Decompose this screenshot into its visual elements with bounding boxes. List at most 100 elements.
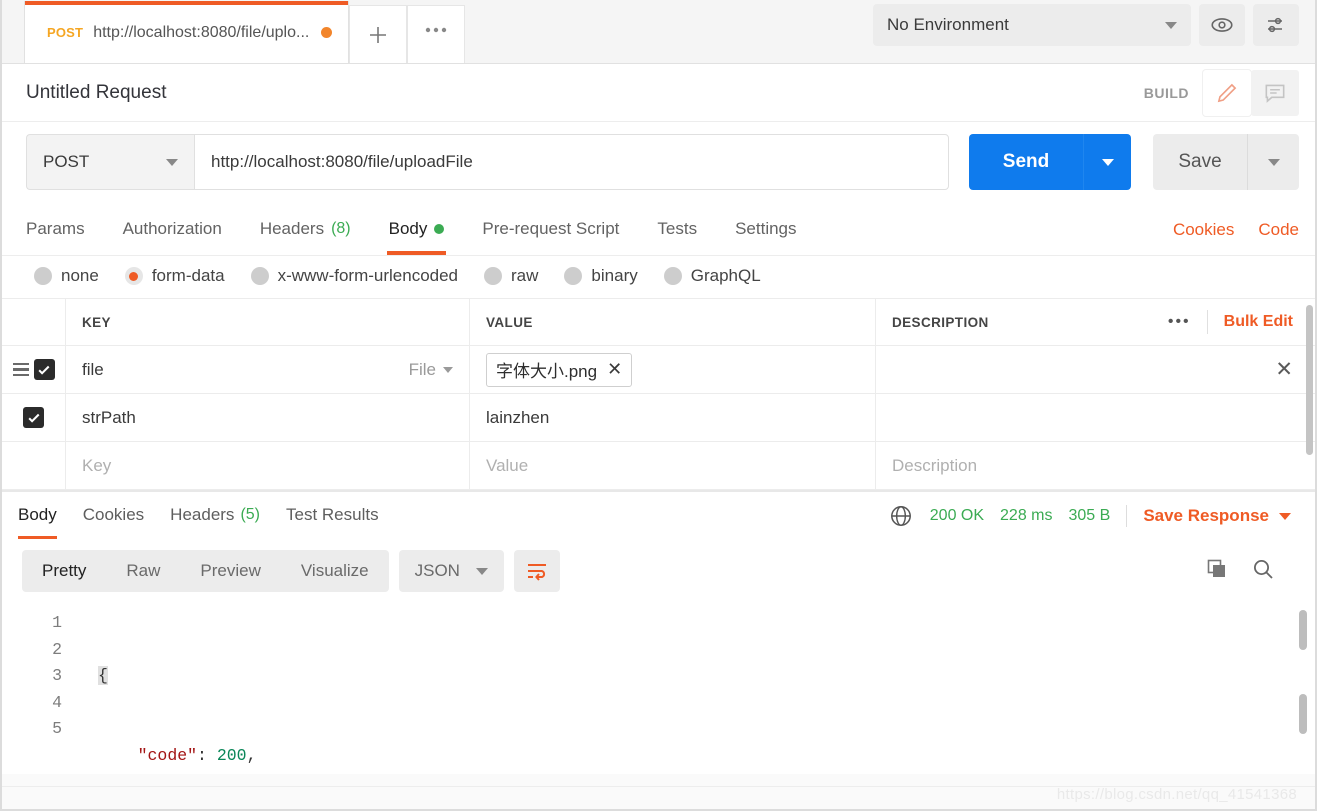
row-type-selector[interactable]: File bbox=[409, 360, 453, 380]
postman-window: POST http://localhost:8080/file/uplo... … bbox=[0, 0, 1317, 811]
divider bbox=[1126, 505, 1127, 527]
search-button[interactable] bbox=[1251, 557, 1275, 586]
send-options-button[interactable] bbox=[1083, 134, 1131, 190]
response-status-bar: 200 OK 228 ms 305 B Save Response bbox=[888, 503, 1299, 529]
request-tab[interactable]: POST http://localhost:8080/file/uplo... bbox=[24, 1, 349, 63]
save-response-button[interactable]: Save Response bbox=[1143, 506, 1291, 526]
new-row-description-input[interactable]: Description bbox=[892, 456, 977, 476]
table-options-button[interactable]: ••• bbox=[1168, 313, 1191, 331]
selected-file-chip[interactable]: 字体大小.png ✕ bbox=[486, 353, 632, 387]
body-type-label: form-data bbox=[152, 266, 225, 286]
copy-button[interactable] bbox=[1205, 557, 1229, 586]
save-button[interactable]: Save bbox=[1153, 134, 1247, 190]
response-actions bbox=[1205, 557, 1299, 586]
remove-file-icon[interactable]: ✕ bbox=[607, 359, 622, 380]
response-tab-cookies[interactable]: Cookies bbox=[83, 493, 144, 539]
tab-settings[interactable]: Settings bbox=[735, 205, 796, 255]
tab-body[interactable]: Body bbox=[389, 205, 445, 255]
code-line: { bbox=[98, 663, 1315, 690]
delete-row-button[interactable]: ✕ bbox=[1275, 357, 1293, 382]
cookies-link[interactable]: Cookies bbox=[1173, 220, 1234, 240]
environment-quick-look-button[interactable] bbox=[1199, 4, 1245, 46]
radio-icon bbox=[484, 267, 502, 285]
send-button[interactable]: Send bbox=[969, 134, 1083, 190]
view-pretty-button[interactable]: Pretty bbox=[22, 561, 106, 581]
bulk-edit-button[interactable]: Bulk Edit bbox=[1224, 313, 1293, 331]
tab-label: Authorization bbox=[123, 219, 222, 239]
tab-label: Params bbox=[26, 219, 85, 239]
save-options-button[interactable] bbox=[1247, 134, 1299, 190]
comment-icon bbox=[1262, 80, 1288, 106]
tab-label: Pre-request Script bbox=[482, 219, 619, 239]
body-type-binary[interactable]: binary bbox=[564, 266, 637, 286]
word-wrap-icon bbox=[525, 560, 549, 582]
http-method-selector[interactable]: POST bbox=[26, 134, 194, 190]
response-status-code: 200 OK bbox=[930, 507, 984, 525]
new-row-value-input[interactable]: Value bbox=[486, 456, 528, 476]
environment-selected-label: No Environment bbox=[887, 15, 1165, 35]
tab-headers[interactable]: Headers (8) bbox=[260, 205, 351, 255]
row-checkbox[interactable] bbox=[34, 359, 55, 380]
comment-button[interactable] bbox=[1251, 70, 1299, 116]
form-data-scrollbar[interactable] bbox=[1306, 305, 1313, 455]
row-checkbox[interactable] bbox=[23, 407, 44, 428]
headers-count: (8) bbox=[331, 220, 351, 238]
pencil-icon bbox=[1214, 80, 1240, 106]
selected-file-name: 字体大小.png bbox=[496, 357, 597, 382]
check-icon bbox=[37, 363, 51, 377]
row-type-label: File bbox=[409, 360, 436, 380]
response-body-viewer[interactable]: 1 2 3 4 5 { "code": 200, "url": "http://… bbox=[2, 604, 1315, 774]
radio-icon bbox=[251, 267, 269, 285]
sliders-icon bbox=[1264, 13, 1288, 37]
build-mode-button[interactable] bbox=[1203, 70, 1251, 116]
row-value-input[interactable]: lainzhen bbox=[486, 408, 549, 428]
word-wrap-button[interactable] bbox=[514, 550, 560, 592]
code-scrollbar-bottom[interactable] bbox=[1299, 694, 1307, 734]
tab-tests[interactable]: Tests bbox=[657, 205, 697, 255]
save-response-label: Save Response bbox=[1143, 506, 1269, 526]
radio-icon bbox=[34, 267, 52, 285]
response-tab-headers[interactable]: Headers (5) bbox=[170, 493, 260, 539]
chevron-down-icon bbox=[1165, 22, 1177, 29]
tab-pre-request-script[interactable]: Pre-request Script bbox=[482, 205, 619, 255]
row-key-input[interactable]: strPath bbox=[82, 408, 136, 428]
table-row: file File 字体大小.png ✕ ✕ bbox=[2, 346, 1315, 394]
form-data-table: KEY VALUE DESCRIPTION ••• Bulk Edit file bbox=[2, 298, 1315, 490]
response-tab-body[interactable]: Body bbox=[18, 493, 57, 539]
body-type-none[interactable]: none bbox=[34, 266, 99, 286]
row-key-input[interactable]: file bbox=[82, 360, 104, 380]
environment-selector[interactable]: No Environment bbox=[873, 4, 1191, 46]
tab-authorization[interactable]: Authorization bbox=[123, 205, 222, 255]
chevron-down-icon bbox=[476, 568, 488, 575]
body-type-graphql[interactable]: GraphQL bbox=[664, 266, 761, 286]
view-visualize-button[interactable]: Visualize bbox=[281, 561, 389, 581]
page-title: Untitled Request bbox=[26, 82, 1144, 104]
view-raw-button[interactable]: Raw bbox=[106, 561, 180, 581]
url-input[interactable]: http://localhost:8080/file/uploadFile bbox=[194, 134, 949, 190]
column-header-description: DESCRIPTION bbox=[892, 315, 989, 330]
tab-label: Settings bbox=[735, 219, 796, 239]
body-type-x-www-form-urlencoded[interactable]: x-www-form-urlencoded bbox=[251, 266, 458, 286]
json-separator: : bbox=[197, 746, 217, 765]
body-type-label: raw bbox=[511, 266, 538, 286]
more-tabs-button[interactable] bbox=[407, 5, 465, 63]
response-tab-test-results[interactable]: Test Results bbox=[286, 493, 379, 539]
radio-icon bbox=[564, 267, 582, 285]
response-pane: Body Cookies Headers (5) Test Results 20… bbox=[2, 490, 1315, 774]
new-tab-button[interactable] bbox=[349, 5, 407, 63]
drag-handle-icon[interactable] bbox=[13, 363, 29, 376]
response-language-selector[interactable]: JSON bbox=[399, 550, 504, 592]
body-type-form-data[interactable]: form-data bbox=[125, 266, 225, 286]
body-type-raw[interactable]: raw bbox=[484, 266, 538, 286]
environment-settings-button[interactable] bbox=[1253, 4, 1299, 46]
code-scrollbar-top[interactable] bbox=[1299, 610, 1307, 650]
new-row-key-input[interactable]: Key bbox=[82, 456, 111, 476]
url-bar: POST http://localhost:8080/file/uploadFi… bbox=[2, 122, 1315, 204]
line-number: 1 bbox=[2, 610, 62, 637]
response-headers-count: (5) bbox=[240, 506, 260, 524]
view-preview-button[interactable]: Preview bbox=[180, 561, 280, 581]
line-number: 2 bbox=[2, 637, 62, 664]
tab-params[interactable]: Params bbox=[26, 205, 85, 255]
code-link[interactable]: Code bbox=[1258, 220, 1299, 240]
response-size: 305 B bbox=[1069, 507, 1111, 525]
